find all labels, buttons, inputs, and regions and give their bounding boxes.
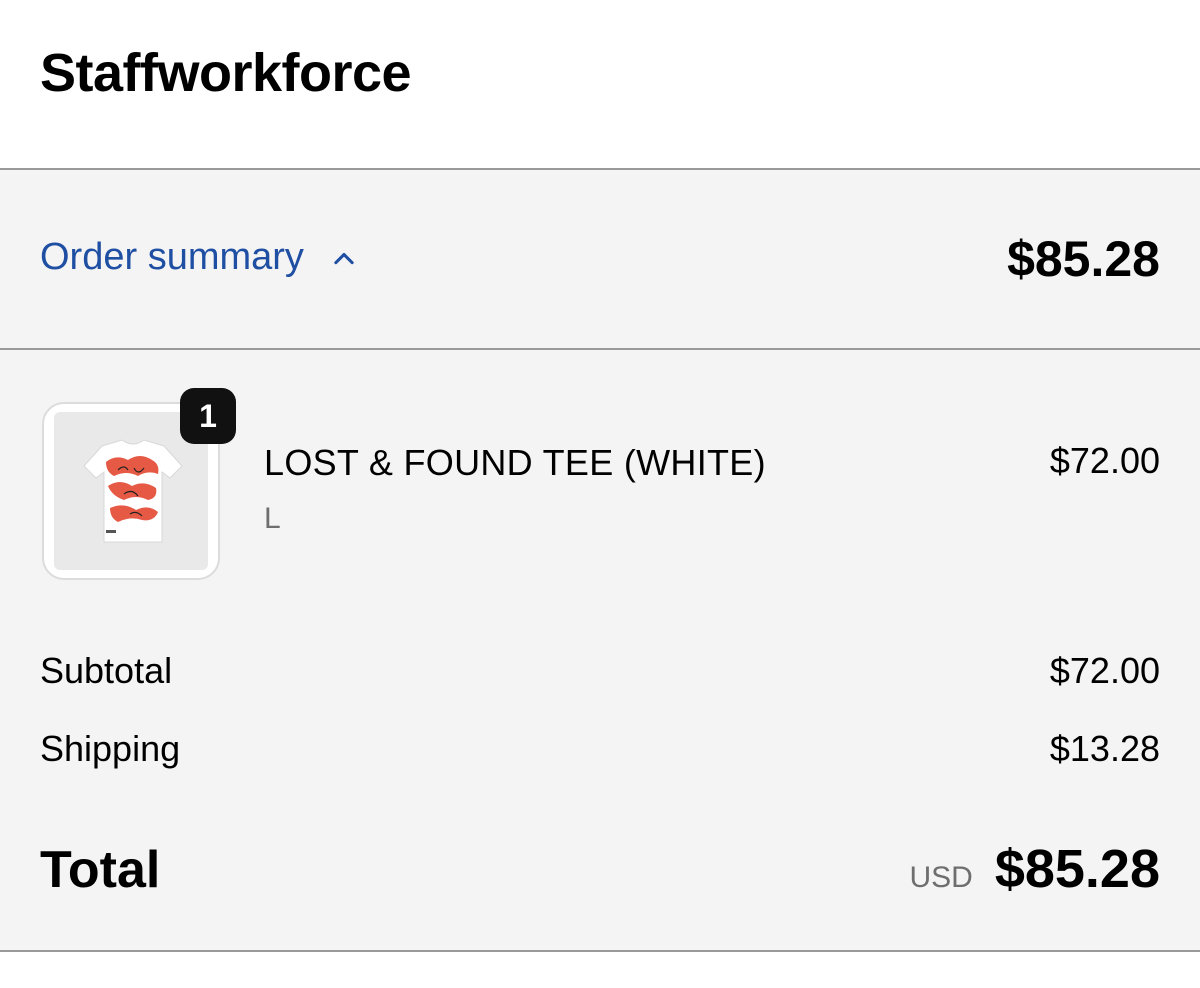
product-price: $72.00: [1049, 440, 1160, 481]
shipping-row: Shipping $13.28: [40, 728, 1160, 770]
subtotal-label: Subtotal: [40, 650, 173, 691]
order-summary-toggle-label-group[interactable]: Order summary: [40, 236, 358, 279]
store-brand[interactable]: Staffworkforce: [40, 42, 412, 104]
order-summary-panel: 1 LOST & FOUND TEE (WHITE) L $72.00 Subt…: [0, 350, 1200, 952]
total-label: Total: [40, 841, 161, 899]
store-header: Staffworkforce: [0, 0, 1200, 170]
shipping-label: Shipping: [40, 728, 181, 769]
total-value: $85.28: [994, 839, 1160, 899]
product-thumbnail-wrap: 1: [42, 388, 236, 580]
product-name: LOST & FOUND TEE (WHITE): [264, 442, 766, 483]
chevron-up-icon[interactable]: [330, 244, 358, 272]
order-summary-label[interactable]: Order summary: [40, 236, 304, 279]
shipping-value: $13.28: [1049, 728, 1160, 769]
quantity-badge: 1: [180, 388, 236, 444]
subtotal-value: $72.00: [1049, 650, 1160, 691]
subtotal-row: Subtotal $72.00: [40, 650, 1160, 692]
product-variant: L: [264, 502, 281, 535]
order-summary-total: $85.28: [1007, 231, 1160, 287]
total-amount-group: USD $85.28: [909, 838, 1160, 900]
currency-code: USD: [909, 861, 973, 894]
total-row: Total USD $85.28: [40, 838, 1160, 900]
order-summary-toggle[interactable]: Order summary $85.28: [0, 170, 1200, 350]
